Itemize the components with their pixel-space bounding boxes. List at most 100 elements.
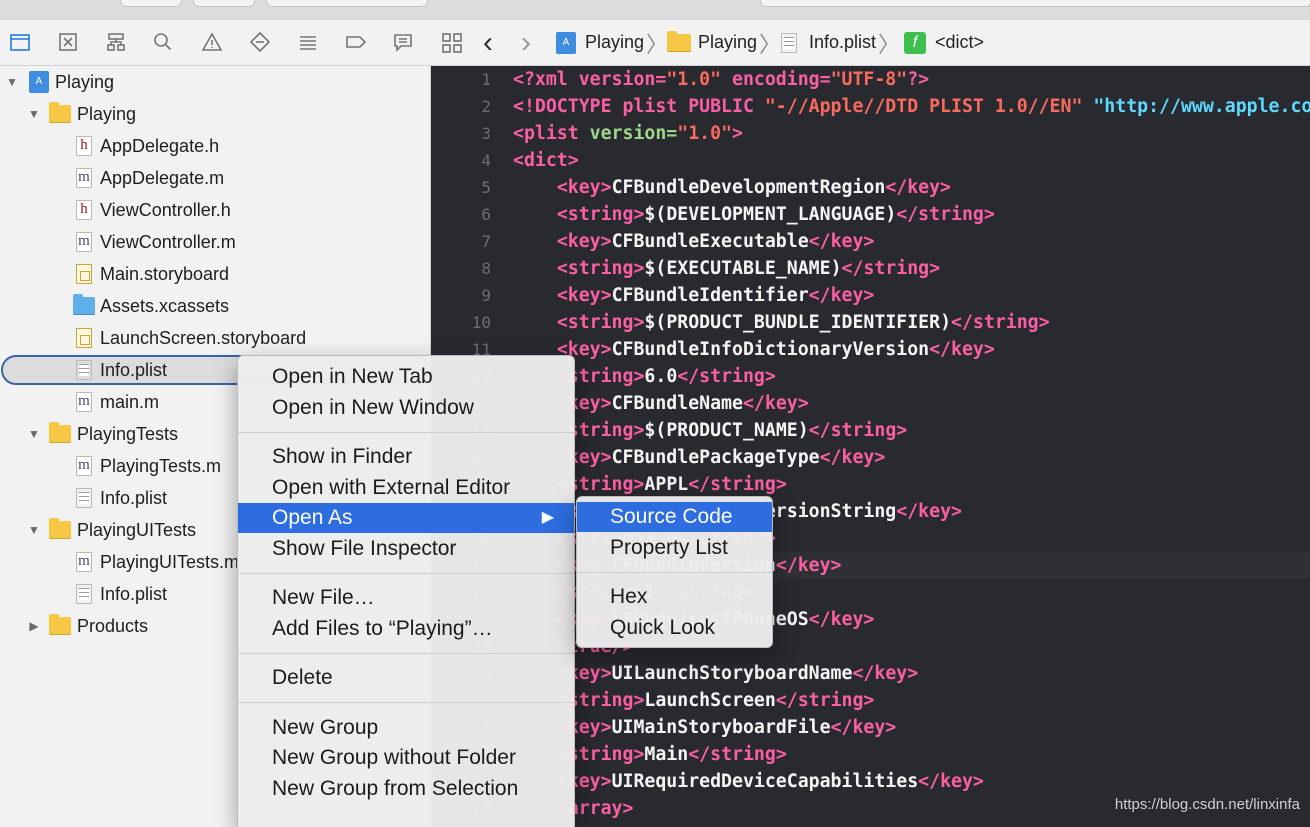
implementation-file-icon: m (76, 552, 92, 572)
file-icon (49, 518, 71, 541)
code-text: <!DOCTYPE plist PUBLIC "-//Apple//DTD PL… (513, 96, 1310, 117)
menu-separator (577, 572, 772, 573)
plist-file-icon (781, 32, 797, 53)
navigator-file-row[interactable]: h AppDelegate.h (0, 130, 431, 162)
menu-item-open-with-external-editor[interactable]: Open with External Editor (238, 473, 574, 503)
navigator-file-row[interactable]: Assets.xcassets (0, 290, 431, 322)
menu-item-show-file-inspector[interactable]: Show File Inspector (238, 534, 574, 564)
file-icon (49, 422, 71, 445)
file-icon: h (73, 199, 95, 221)
line-number: 8 (481, 259, 491, 278)
menu-item-hex[interactable]: Hex (577, 582, 772, 612)
menu-item-property-list[interactable]: Property List (577, 533, 772, 563)
file-icon: m (73, 231, 95, 253)
file-icon (73, 263, 95, 285)
line-number: 10 (471, 313, 491, 332)
source-control-navigator-icon[interactable] (53, 28, 83, 56)
disclosure-expanded-icon[interactable]: ▼ (27, 523, 41, 537)
issue-navigator-icon[interactable] (197, 28, 227, 56)
line-number: 6 (481, 205, 491, 224)
menu-item-delete[interactable]: Delete (238, 663, 574, 693)
disclosure-expanded-icon[interactable]: ▼ (27, 107, 41, 121)
menu-item-source-code[interactable]: Source Code (577, 502, 772, 532)
line-number: 2 (481, 97, 491, 116)
file-icon (49, 102, 71, 125)
menu-item-new-file[interactable]: New File… (238, 583, 574, 613)
toolbar-control[interactable] (120, 0, 182, 7)
folder-icon (49, 614, 71, 635)
open-as-submenu: Source Code Property List Hex Quick Look (576, 496, 773, 648)
navigator-selector-bar (0, 20, 431, 66)
breadcrumb-symbol[interactable]: f <dict> (904, 20, 984, 65)
file-icon: m (73, 391, 95, 413)
menu-item-show-in-finder[interactable]: Show in Finder (238, 442, 574, 472)
plist-file-icon (76, 488, 92, 508)
navigator-file-row[interactable]: m ViewController.m (0, 226, 431, 258)
breadcrumb-group[interactable]: Playing 〉 (667, 20, 781, 65)
back-button[interactable]: ‹ (483, 20, 493, 65)
asset-catalog-icon (73, 294, 95, 315)
forward-button[interactable]: › (521, 20, 531, 65)
file-icon: m (73, 551, 95, 573)
navigator-item-label: AppDelegate.h (100, 135, 220, 156)
file-icon: A (28, 71, 50, 93)
navigator-item-label: ViewController.m (100, 231, 236, 252)
code-text: <string>$(DEVELOPMENT_LANGUAGE)</string> (556, 204, 995, 225)
disclosure-expanded-icon[interactable]: ▼ (5, 75, 19, 89)
breadcrumb-separator: 〉 (646, 31, 669, 57)
navigator-item-label: PlayingUITests.m (100, 551, 240, 572)
disclosure-expanded-icon[interactable]: ▼ (27, 427, 41, 441)
file-icon (73, 359, 95, 381)
related-items-icon[interactable] (441, 20, 463, 65)
navigator-file-row[interactable]: Main.storyboard (0, 258, 431, 290)
navigator-group-row[interactable]: ▼ Playing (0, 98, 431, 130)
code-text: <key>CFBundleInfoDictionaryVersion</key> (556, 339, 995, 360)
menu-item-open-as[interactable]: Open As ▶ (238, 503, 574, 533)
folder-icon (49, 518, 71, 539)
find-navigator-icon[interactable] (148, 28, 178, 56)
navigator-item-label: Playing (77, 103, 137, 124)
function-badge-icon: f (904, 31, 926, 54)
navigator-file-row[interactable]: h ViewController.h (0, 194, 431, 226)
file-icon (49, 614, 71, 637)
watermark: https://blog.csdn.net/linxinfa (1114, 796, 1300, 813)
toolbar-control[interactable] (193, 0, 255, 7)
project-navigator-icon[interactable] (5, 28, 35, 56)
symbol-navigator-icon[interactable] (101, 28, 131, 56)
menu-item-add-files-to-playing[interactable]: Add Files to “Playing”… (238, 614, 574, 644)
file-icon: h (73, 135, 95, 157)
test-navigator-icon[interactable] (245, 28, 275, 56)
menu-item-new-group-from-selection[interactable]: New Group from Selection (238, 774, 574, 804)
menu-separator (238, 702, 574, 703)
navigator-item-label: Info.plist (100, 583, 168, 604)
menu-item-open-in-new-tab[interactable]: Open in New Tab (238, 362, 574, 392)
menu-separator (238, 431, 574, 433)
navigator-group-row[interactable]: ▼ A Playing (0, 66, 431, 98)
plist-file-icon (76, 584, 92, 604)
navigator-file-row[interactable]: m AppDelegate.m (0, 162, 431, 194)
breadcrumb-project[interactable]: A Playing 〉 (556, 20, 668, 65)
report-navigator-icon[interactable] (388, 28, 418, 56)
menu-item-open-in-new-window[interactable]: Open in New Window (238, 393, 574, 423)
toolbar-control[interactable] (760, 0, 1310, 7)
breakpoint-navigator-icon[interactable] (341, 28, 371, 56)
breadcrumb-file[interactable]: Info.plist 〉 (781, 20, 900, 65)
implementation-file-icon: m (76, 456, 92, 476)
navigator-item-label: Playing (55, 71, 115, 92)
menu-item-new-group-without-folder[interactable]: New Group without Folder (238, 743, 574, 773)
code-line: 1 <?xml version="1.0" encoding="UTF-8"?> (431, 66, 1310, 93)
toolbar-control[interactable] (266, 0, 428, 7)
line-number: 1 (481, 70, 491, 89)
navigator-file-row[interactable]: LaunchScreen.storyboard (0, 322, 431, 354)
menu-item-new-group[interactable]: New Group (238, 713, 574, 743)
debug-navigator-icon[interactable] (293, 28, 323, 56)
project-icon: A (29, 71, 49, 93)
disclosure-collapsed-icon[interactable]: ▶ (27, 619, 41, 633)
code-text: <key>CFBundleExecutable</key> (556, 231, 875, 252)
navigator-item-label: Assets.xcassets (100, 295, 230, 316)
file-icon (73, 294, 95, 317)
menu-item-quick-look[interactable]: Quick Look (577, 613, 772, 643)
code-text: <string>$(EXECUTABLE_NAME)</string> (556, 258, 941, 279)
storyboard-icon (76, 264, 92, 284)
project-icon: A (556, 31, 576, 54)
